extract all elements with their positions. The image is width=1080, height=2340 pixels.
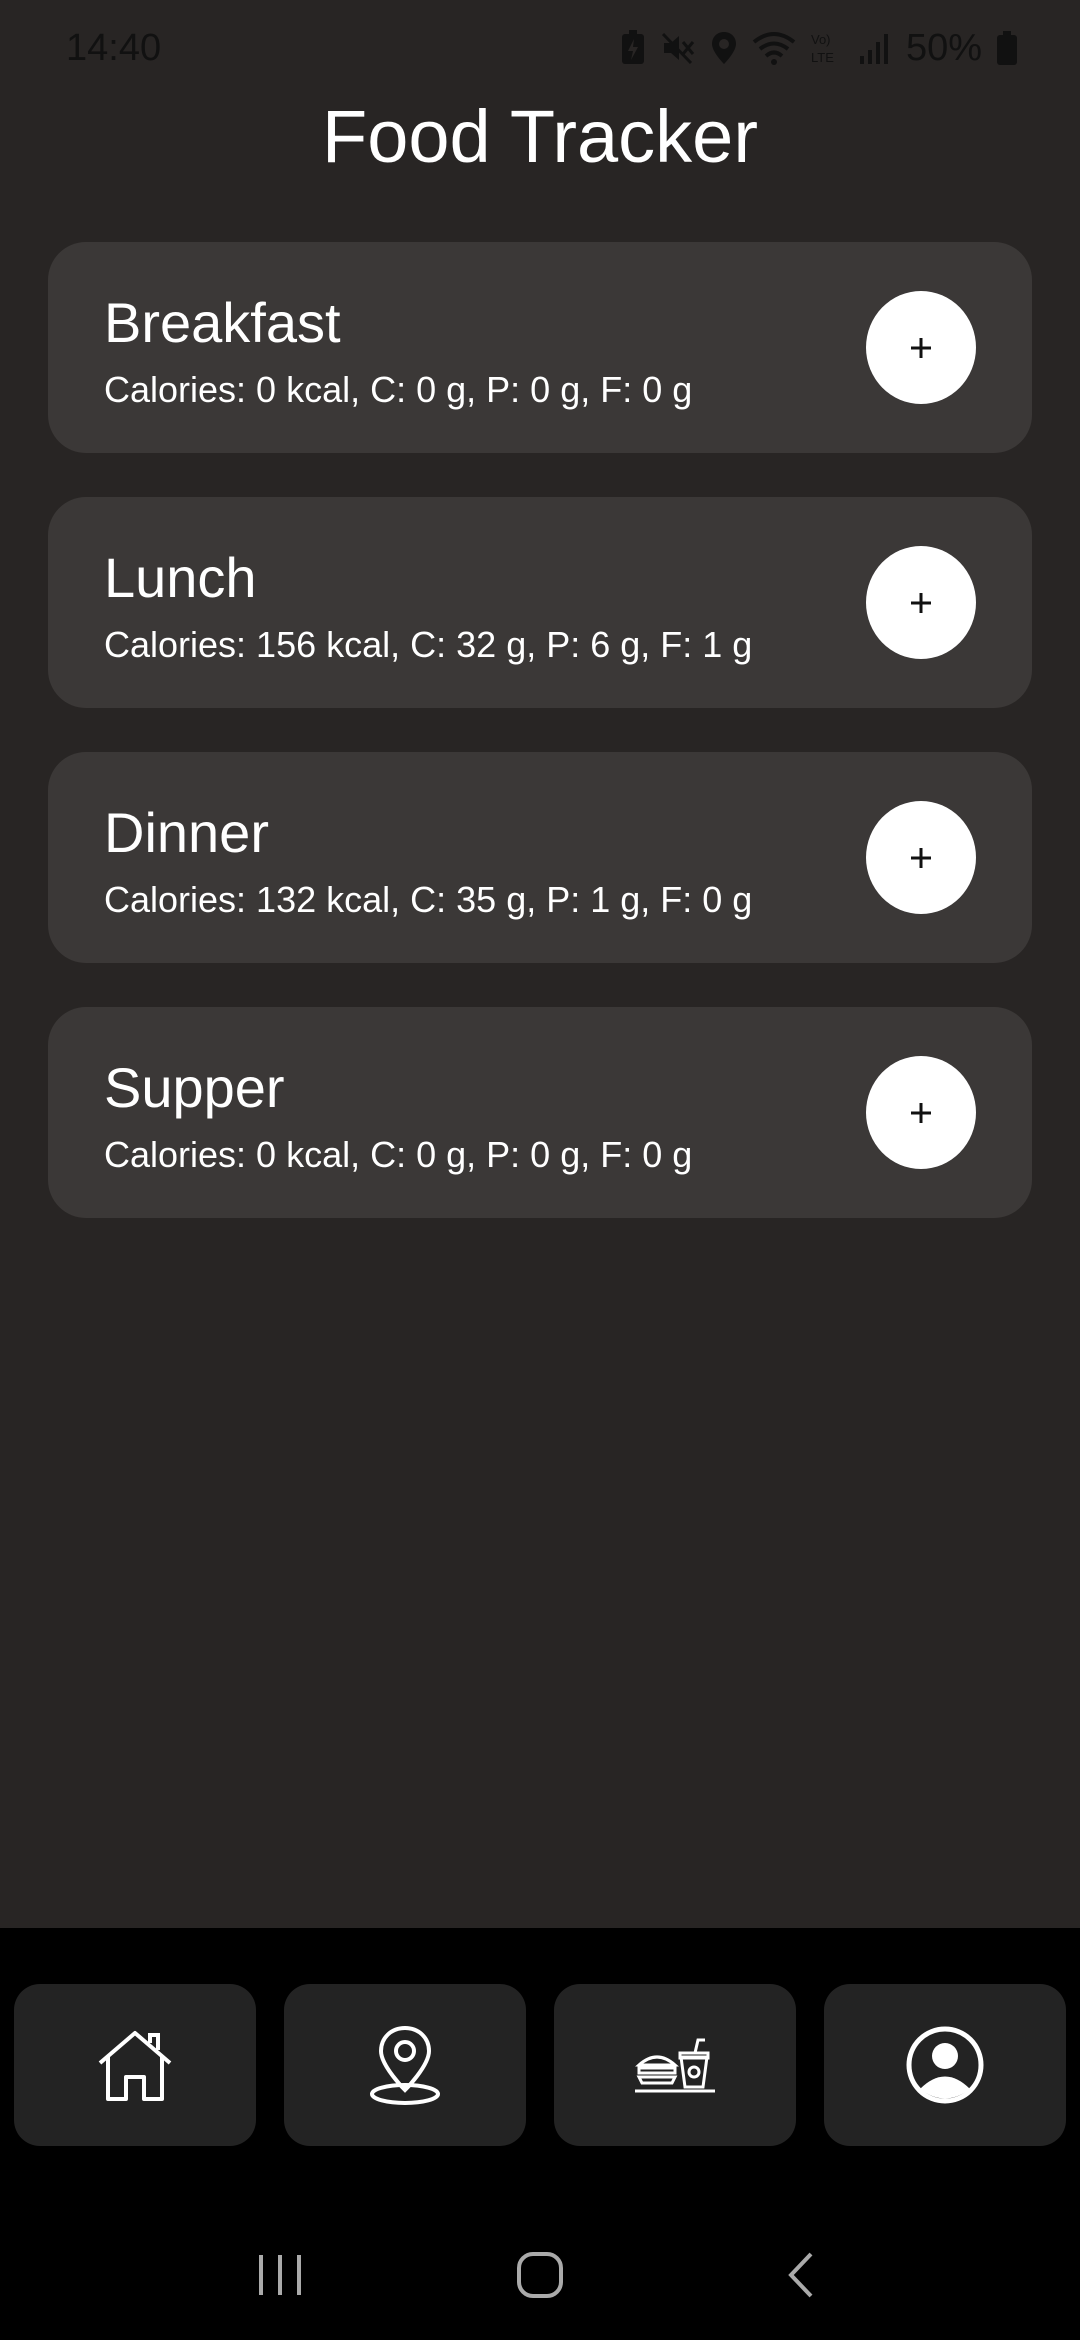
meal-card-supper: Supper Calories: 0 kcal, C: 0 g, P: 0 g,… (48, 1007, 1032, 1218)
volte-icon: Vo) LTE (810, 30, 844, 66)
meal-name: Lunch (104, 546, 257, 609)
meal-summary: Calories: 0 kcal, C: 0 g, P: 0 g, F: 0 g (104, 369, 693, 410)
location-icon (710, 30, 738, 66)
svg-text:LTE: LTE (811, 50, 834, 65)
battery-icon (996, 30, 1018, 66)
wifi-icon (752, 30, 796, 66)
battery-saver-icon (620, 30, 646, 66)
page-title: Food Tracker (322, 95, 758, 178)
add-lunch-button[interactable] (866, 546, 976, 659)
nav-food-button[interactable] (554, 1984, 796, 2146)
status-bar: 14:40 Vo) LTE 50% (0, 0, 1080, 96)
bottom-nav (14, 1984, 1066, 2146)
home-circle-icon (517, 2252, 563, 2298)
nav-home-button[interactable] (14, 1984, 256, 2146)
app-screen: 14:40 Vo) LTE 50% Food Tracker Breakfast… (0, 0, 1080, 2340)
back-button[interactable] (750, 2235, 850, 2315)
svg-text:Vo): Vo) (811, 32, 831, 47)
meal-card-dinner: Dinner Calories: 132 kcal, C: 35 g, P: 1… (48, 752, 1032, 963)
add-dinner-button[interactable] (866, 801, 976, 914)
status-time: 14:40 (66, 26, 162, 69)
meal-summary: Calories: 156 kcal, C: 32 g, P: 6 g, F: … (104, 624, 753, 665)
plus-icon (911, 337, 931, 358)
add-breakfast-button[interactable] (866, 291, 976, 404)
meal-name: Supper (104, 1056, 285, 1119)
meal-card-breakfast: Breakfast Calories: 0 kcal, C: 0 g, P: 0… (48, 242, 1032, 453)
meal-name: Dinner (104, 801, 269, 864)
meal-summary: Calories: 132 kcal, C: 35 g, P: 1 g, F: … (104, 879, 753, 920)
location-pin-icon (370, 2025, 440, 2105)
nav-location-button[interactable] (284, 1984, 526, 2146)
meal-list: Breakfast Calories: 0 kcal, C: 0 g, P: 0… (48, 242, 1032, 1262)
meal-name: Breakfast (104, 291, 341, 354)
battery-percent: 50% (905, 26, 982, 69)
meal-card-lunch: Lunch Calories: 156 kcal, C: 32 g, P: 6 … (48, 497, 1032, 708)
recent-apps-button[interactable] (230, 2235, 330, 2315)
home-icon (98, 2031, 172, 2101)
plus-icon (911, 847, 931, 868)
plus-icon (911, 1102, 931, 1123)
home-system-button[interactable] (490, 2235, 590, 2315)
meal-summary: Calories: 0 kcal, C: 0 g, P: 0 g, F: 0 g (104, 1134, 693, 1175)
nav-profile-button[interactable] (824, 1984, 1066, 2146)
system-nav-bar (0, 2210, 1080, 2340)
plus-icon (911, 592, 931, 613)
status-icons: Vo) LTE 50% (620, 27, 1018, 70)
mute-icon (660, 30, 696, 66)
signal-icon (858, 30, 892, 66)
profile-icon (906, 2026, 984, 2104)
recent-apps-icon (259, 2255, 301, 2295)
add-supper-button[interactable] (866, 1056, 976, 1169)
food-icon (635, 2038, 715, 2093)
back-icon (788, 2252, 813, 2298)
